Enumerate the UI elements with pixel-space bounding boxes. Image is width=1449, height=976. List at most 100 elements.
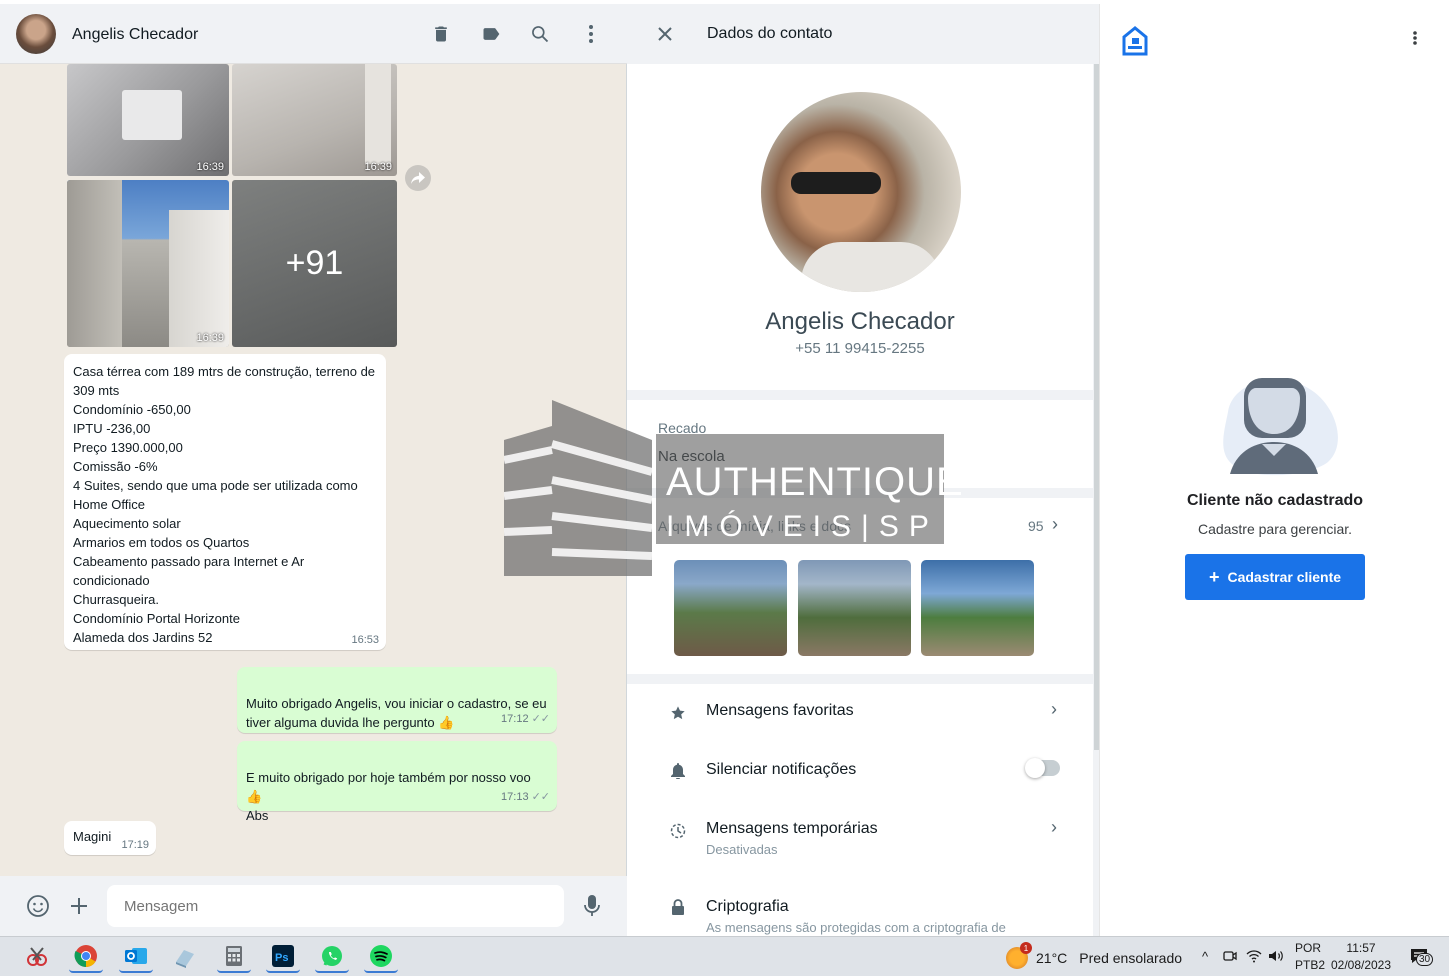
composer [0,876,627,936]
chevron-up-icon[interactable]: ^ [1197,947,1213,965]
photo-message[interactable]: 16:39 [67,64,229,176]
lock-icon [669,898,687,916]
options-section: Mensagens favoritas › Silenciar notifica… [627,684,1093,944]
contact-panel-header: Dados do contato [627,4,1099,64]
message-time: 16:53 [351,634,379,646]
media-section[interactable]: Arquivos de mídia, links e docs 95 › [627,498,1093,674]
contact-avatar[interactable] [16,14,56,54]
option-label: Criptografia [706,898,789,915]
weather-badge: 1 [1020,942,1032,954]
message-list[interactable]: 16:39 16:39 16:39 +91 Casa térrea com 18… [0,64,627,876]
snipping-tool-icon[interactable] [20,941,54,973]
contact-panel-title: Dados do contato [707,25,833,42]
contact-info-panel: Dados do contato Angelis Checador +55 11… [627,4,1099,944]
double-check-icon: ✓✓ [531,791,550,803]
photo-time: 16:39 [196,161,224,173]
label-icon[interactable] [479,22,503,46]
incoming-message[interactable]: Magini 17:19 [64,821,156,855]
taskbar: Ps 1 21°C Pred ensolarado ^ POR PTB2 11:… [0,936,1449,976]
photoshop-icon[interactable]: Ps [266,941,300,973]
chevron-right-icon[interactable]: › [1052,514,1058,535]
clock-time: 11:57 [1346,941,1376,955]
media-label: Arquivos de mídia, links e docs [658,518,851,534]
notifications-icon[interactable]: 30 [1404,947,1434,966]
option-label: Silenciar notificações [706,761,857,778]
attach-plus-icon[interactable] [67,894,91,918]
weather-desc: Pred ensolarado [1079,950,1183,966]
message-time: 17:13 ✓✓ [501,791,550,803]
double-check-icon: ✓✓ [531,713,550,725]
chrome-icon[interactable] [69,941,103,973]
crm-status-subtitle: Cadastre para gerenciar. [1197,521,1353,537]
photo-time: 16:39 [364,161,392,173]
language-indicator[interactable]: POR PTB2 [1295,941,1325,972]
chat-pane: Angelis Checador 16:39 16:39 16:39 +91 C… [0,4,627,936]
bell-icon [669,762,687,780]
weather-widget[interactable]: 1 21°C Pred ensolarado [1006,942,1183,969]
spotify-icon[interactable] [364,941,398,973]
files-icon[interactable] [168,941,202,973]
register-client-button[interactable]: + Cadastrar cliente [1185,554,1365,600]
menu-icon[interactable] [1412,30,1426,50]
clock-date: 02/08/2023 [1330,958,1392,972]
outgoing-message[interactable]: E muito obrigado por hoje também por nos… [237,741,557,823]
keyboard-layout: PTB2 [1295,958,1326,972]
more-photos-count: +91 [285,244,344,282]
microphone-icon[interactable] [580,894,604,918]
message-input[interactable] [107,885,564,927]
message-time: 17:19 [121,839,149,851]
plus-icon: + [1208,567,1220,587]
photo-time: 16:39 [196,332,224,344]
chat-header: Angelis Checador [0,4,627,64]
menu-icon[interactable] [579,22,603,46]
close-icon[interactable] [653,22,677,46]
encryption-row[interactable]: Criptografia As mensagens são protegidas… [627,880,1093,944]
language-code: POR [1295,941,1322,955]
timer-icon [669,822,687,840]
profile-photo[interactable] [761,92,961,292]
media-thumbnail[interactable] [798,560,911,656]
clock[interactable]: 11:57 02/08/2023 [1330,941,1392,972]
search-icon[interactable] [528,22,552,46]
house-logo-icon [1122,26,1148,56]
about-label: Recado [658,420,707,436]
option-sublabel: Desativadas [706,842,778,857]
photo-more-overlay[interactable]: +91 [232,180,397,347]
volume-icon[interactable] [1268,947,1284,965]
wifi-icon[interactable] [1246,947,1262,965]
profile-name: Angelis Checador [765,308,955,335]
calculator-icon[interactable] [217,941,251,973]
mute-notifications-row[interactable]: Silenciar notificações [627,742,1093,800]
option-label: Mensagens temporárias [706,820,878,837]
media-thumbnail[interactable] [674,560,787,656]
profile-phone: +55 11 99415-2255 [795,340,925,357]
outgoing-message[interactable]: Muito obrigado Angelis, vou iniciar o ca… [237,667,557,733]
notification-count: 30 [1416,953,1434,966]
photo-message[interactable]: 16:39 [232,64,397,176]
crm-panel: Cliente não cadastrado Cadastre para ger… [1099,4,1449,936]
emoji-icon[interactable] [26,894,50,918]
message-time: 17:12 ✓✓ [501,713,550,725]
disappearing-messages-row[interactable]: Mensagens temporárias Desativadas › [627,802,1093,864]
about-text: Na escola [658,448,725,465]
register-client-label: Cadastrar cliente [1227,569,1342,585]
starred-messages-row[interactable]: Mensagens favoritas › [627,684,1093,742]
media-thumbnail[interactable] [921,560,1034,656]
crm-status-title: Cliente não cadastrado [1186,492,1364,509]
sun-icon: 1 [1006,942,1032,969]
message-text: Magini [73,829,112,844]
user-placeholder-icon [1208,374,1340,478]
media-count: 95 [1028,518,1044,534]
incoming-message[interactable]: Casa térrea com 189 mtrs de construção, … [64,354,386,650]
mute-toggle[interactable] [1025,758,1060,778]
photo-message[interactable]: 16:39 [67,180,229,347]
outlook-icon[interactable] [119,941,153,973]
forward-icon[interactable] [405,165,431,191]
chevron-right-icon: › [1051,699,1057,719]
whatsapp-icon[interactable] [315,941,349,973]
star-icon [669,704,687,722]
chat-contact-name[interactable]: Angelis Checador [72,26,198,44]
delete-icon[interactable] [429,22,453,46]
option-label: Mensagens favoritas [706,702,854,719]
meet-now-icon[interactable] [1222,947,1238,965]
